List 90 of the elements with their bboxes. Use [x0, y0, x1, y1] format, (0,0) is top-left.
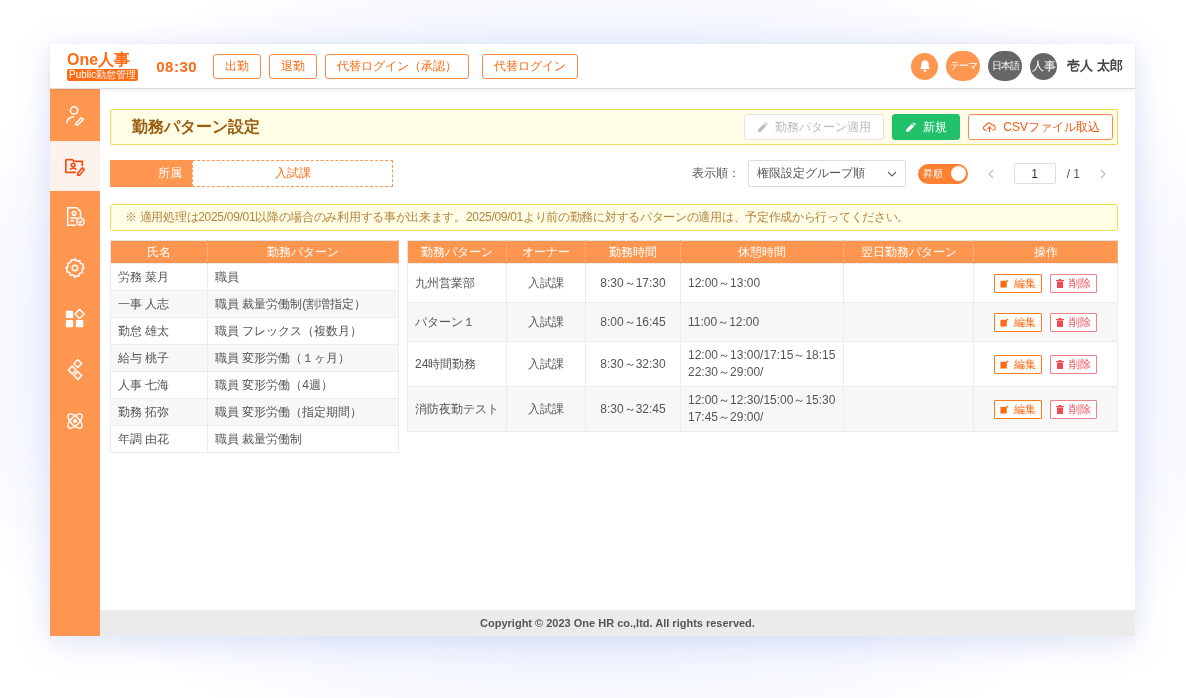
table-cell: 職員 変形労働（4週）	[207, 371, 399, 399]
apps-icon	[64, 308, 86, 330]
header-button[interactable]: 代替ログイン	[482, 53, 579, 79]
table-cell: 24時間勤務	[407, 341, 507, 387]
table-cell: 職員	[207, 263, 399, 291]
sort-label: 表示順：	[691, 165, 740, 182]
table-cell: 勤怠 雄太	[110, 317, 208, 345]
chevron-left-icon[interactable]	[987, 168, 994, 179]
trash-icon	[1055, 317, 1064, 327]
delete-button[interactable]: 削除	[1049, 273, 1097, 293]
header-button[interactable]: 退勤	[269, 53, 318, 79]
table-cell: 8:00～16:45	[585, 302, 681, 342]
table-cell: 勤務 拓弥	[110, 398, 208, 426]
table-cell: 職員 裁量労働制	[207, 425, 399, 453]
table-cell: 入試課	[506, 302, 586, 342]
table-cell: 8:30～17:30	[585, 263, 681, 303]
table-cell: 職員 フレックス（複数月）	[207, 317, 399, 345]
table-cell: 入試課	[506, 386, 586, 432]
table-cell: 九州営業部	[407, 263, 507, 303]
table-cell: 職員 変形労働（指定期間）	[207, 398, 399, 426]
table-cell: 年調 由花	[110, 425, 208, 453]
column-header: 勤務パターン	[407, 240, 507, 264]
atom-icon	[64, 410, 86, 432]
edit-button[interactable]: 編集	[994, 312, 1043, 332]
sort-select[interactable]: 権限設定グループ順	[747, 160, 906, 187]
sidebar-item[interactable]	[50, 141, 100, 191]
logo-badge: Public勤怠管理	[67, 68, 139, 81]
department-field[interactable]: 入試課	[192, 160, 393, 187]
table-cell: 8:30～32:45	[585, 386, 681, 432]
filter-label: 所属	[110, 160, 192, 187]
page-title: 勤務パターン設定	[132, 116, 260, 137]
edit-icon	[1000, 278, 1010, 288]
settings-icon	[64, 257, 86, 279]
table-cell: 入試課	[506, 341, 586, 387]
pencil-icon	[757, 121, 769, 133]
clock-time: 08:30	[156, 57, 198, 75]
column-header: 氏名	[110, 240, 208, 264]
chevron-right-icon[interactable]	[1100, 168, 1106, 179]
column-header: 翌日勤務パターン	[843, 240, 974, 264]
chevron-down-icon	[886, 170, 897, 177]
language-button[interactable]: 日本語	[988, 51, 1023, 81]
column-header: 操作	[973, 240, 1118, 264]
delete-button[interactable]: 削除	[1049, 354, 1097, 374]
pencil-icon	[905, 121, 917, 133]
copyright-text: Copyright © 2023 One HR co.,ltd. All rights reserved.	[480, 617, 755, 629]
edit-icon	[1000, 317, 1010, 327]
user-edit-icon	[64, 104, 86, 126]
edit-button[interactable]: 編集	[994, 399, 1043, 419]
table-cell: 人事 七海	[110, 371, 208, 399]
column-header: 勤務時間	[585, 240, 681, 264]
edit-button[interactable]: 編集	[994, 273, 1043, 293]
trash-icon	[1055, 278, 1064, 288]
table-cell: パターン１	[407, 302, 507, 342]
delete-button[interactable]: 削除	[1049, 312, 1097, 332]
table-cell: 消防夜勤テスト	[407, 386, 507, 432]
header-button[interactable]: 代替ログイン（承認）	[325, 53, 470, 79]
table-cell: 職員 変形労働（１ヶ月）	[207, 344, 399, 372]
document-check-icon	[64, 206, 86, 228]
logo-text: One人事	[67, 51, 131, 68]
user-name: 壱人 太郎	[1067, 57, 1123, 75]
table-cell: 職員 裁量労働制(割増指定）	[207, 290, 399, 318]
user-avatar[interactable]: 人事	[1030, 52, 1058, 80]
action-button[interactable]: CSVファイル取込	[968, 114, 1113, 140]
table-cell: 11:00～12:00	[680, 302, 844, 342]
order-toggle[interactable]: 昇順	[917, 163, 968, 184]
table-cell: 入試課	[506, 263, 586, 303]
table-cell: 12:00～13:00/17:15～18:15 22:30～29:00/	[680, 341, 844, 387]
table-cell: 12:00～13:00	[680, 263, 844, 303]
action-button[interactable]: 新規	[892, 114, 961, 140]
table-cell: 一事 人志	[110, 290, 208, 318]
page-input[interactable]: 1	[1013, 163, 1056, 184]
table-cell: 労務 菜月	[110, 263, 208, 291]
cloud-upload-icon	[983, 121, 997, 133]
page-total: / 1	[1066, 166, 1080, 181]
header-button[interactable]: 出勤	[213, 53, 262, 79]
table-cell: 12:00～12:30/15:00～15:30 17:45～29:00/	[680, 386, 844, 432]
column-header: 休憩時間	[680, 240, 844, 264]
notice-banner: ※ 適用処理は2025/09/01以降の場合のみ利用する事が出来ます。2025/09/01より前の勤務に対するパターンの適用は、予定作成から行ってください。	[110, 204, 1118, 231]
trash-icon	[1055, 404, 1064, 414]
trash-icon	[1055, 359, 1064, 369]
bell-icon[interactable]	[911, 52, 939, 80]
theme-button[interactable]: テーマ	[946, 51, 981, 81]
column-header: オーナー	[506, 240, 586, 264]
table-cell: 8:30～32:30	[585, 341, 681, 387]
column-header: 勤務パターン	[207, 240, 399, 264]
edit-icon	[1000, 359, 1010, 369]
delete-button[interactable]: 削除	[1049, 399, 1097, 419]
edit-button[interactable]: 編集	[994, 354, 1043, 374]
table-cell: 給与 桃子	[110, 344, 208, 372]
edit-icon	[1000, 404, 1010, 414]
